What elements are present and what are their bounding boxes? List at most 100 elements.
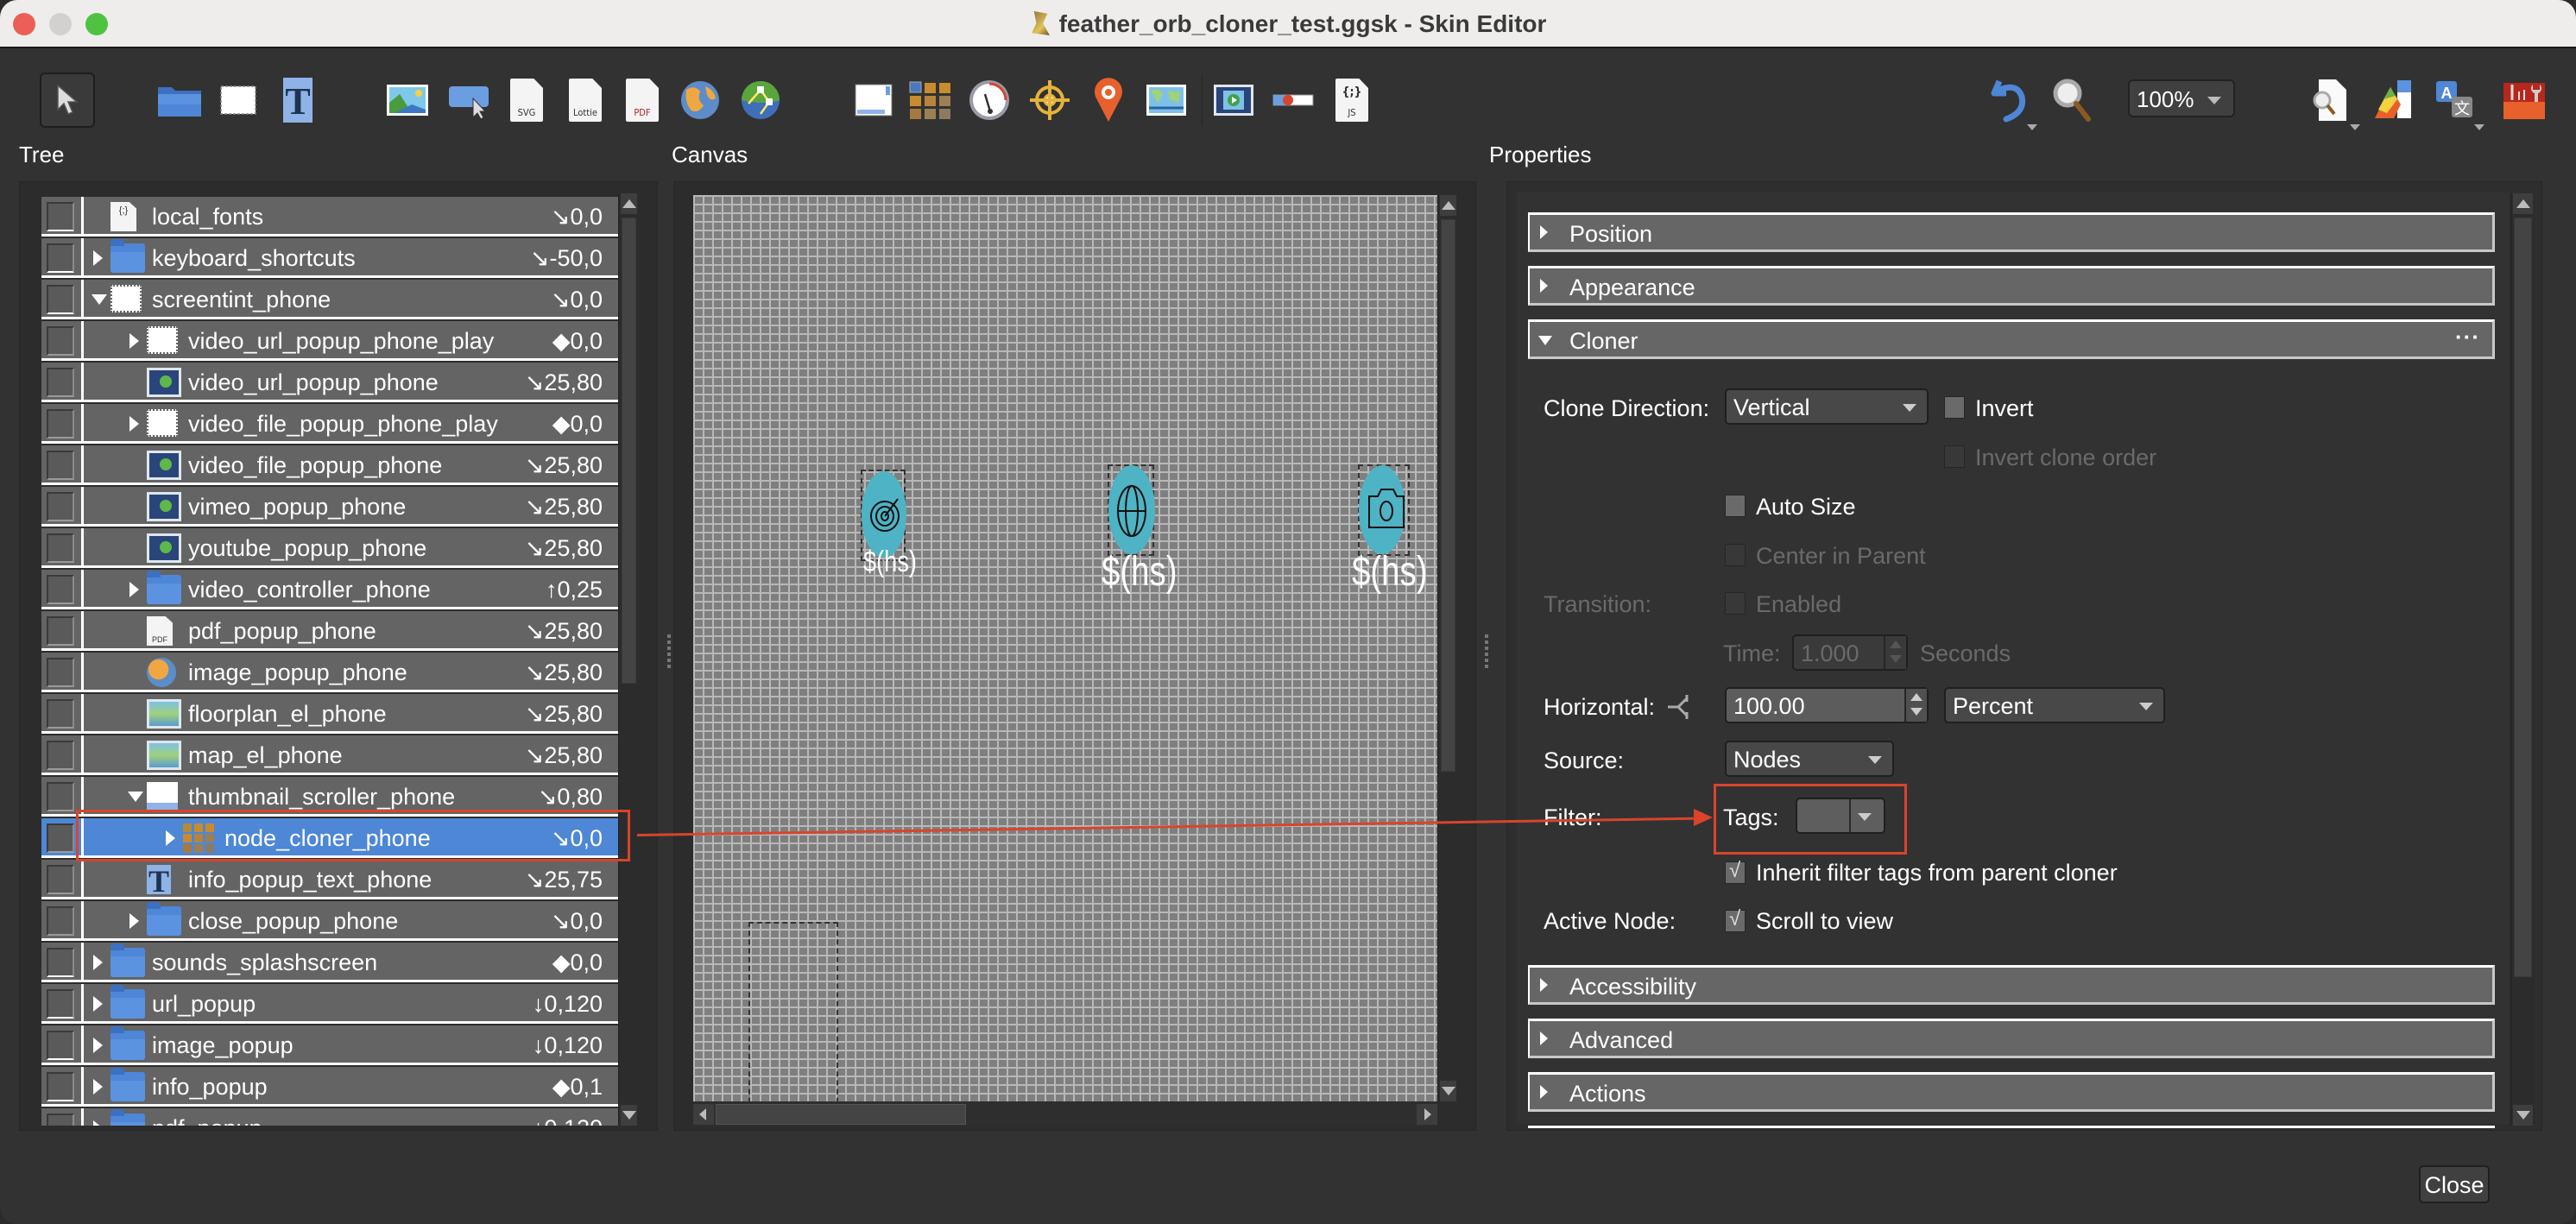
visibility-checkbox[interactable] bbox=[47, 575, 74, 604]
group-cloner[interactable]: Cloner ··· bbox=[1528, 319, 2495, 359]
javascript-tool-button[interactable]: JS {;} bbox=[1333, 76, 1371, 124]
tree-item[interactable]: video_url_popup_phone_play ◆0,0 bbox=[41, 321, 618, 361]
expand-arrow-icon[interactable] bbox=[93, 996, 103, 1012]
visibility-checkbox[interactable] bbox=[47, 741, 74, 770]
close-button[interactable]: Close bbox=[2419, 1165, 2490, 1203]
visibility-checkbox[interactable] bbox=[47, 782, 74, 811]
scroll-down-button[interactable] bbox=[621, 1105, 637, 1126]
more-options-icon[interactable]: ··· bbox=[2455, 324, 2480, 350]
properties-scroll-thumb[interactable] bbox=[2514, 218, 2532, 977]
horizontal-stepper[interactable] bbox=[1904, 689, 1927, 722]
scroll-down-button[interactable] bbox=[1440, 1081, 1456, 1101]
tree-item[interactable]: pdf_popup ↓0,120 bbox=[41, 1108, 618, 1126]
translate-options-caret[interactable] bbox=[2474, 124, 2484, 130]
scroll-right-button[interactable] bbox=[1417, 1104, 1437, 1125]
map-pin-tool-button[interactable] bbox=[1089, 76, 1127, 124]
tree-scrollbar[interactable] bbox=[618, 193, 639, 1126]
visibility-checkbox[interactable] bbox=[47, 906, 74, 936]
expand-arrow-icon[interactable] bbox=[93, 1120, 103, 1126]
canvas-vertical-scrollbar[interactable] bbox=[1437, 195, 1458, 1101]
canvas-area[interactable]: $(hs) $(hs) $(hs) bbox=[693, 195, 1437, 1101]
button-tool-button[interactable] bbox=[445, 76, 494, 124]
time-spinbox[interactable]: 1.000 bbox=[1792, 634, 1908, 671]
container-tool-button[interactable] bbox=[155, 76, 204, 124]
undo-history-caret[interactable] bbox=[2027, 124, 2037, 130]
group-appearance[interactable]: Appearance bbox=[1528, 266, 2495, 306]
tree-item[interactable]: image_popup ↓0,120 bbox=[41, 1025, 618, 1065]
dial-tool-button[interactable] bbox=[967, 76, 1012, 124]
visibility-checkbox[interactable] bbox=[47, 948, 74, 977]
scroll-left-button[interactable] bbox=[693, 1104, 714, 1125]
visibility-checkbox[interactable] bbox=[47, 492, 74, 521]
auto-size-checkbox[interactable] bbox=[1725, 495, 1746, 517]
visibility-checkbox[interactable] bbox=[47, 368, 74, 397]
horizontal-unit-select[interactable]: Percent bbox=[1944, 687, 2165, 723]
transition-enabled-checkbox[interactable] bbox=[1725, 592, 1746, 615]
canvas-horizontal-scrollbar[interactable] bbox=[693, 1102, 1437, 1126]
group-advanced[interactable]: Advanced bbox=[1528, 1019, 2495, 1058]
visibility-checkbox[interactable] bbox=[47, 1031, 74, 1060]
expand-arrow-icon[interactable] bbox=[93, 1079, 103, 1095]
group-accessibility[interactable]: Accessibility bbox=[1528, 965, 2495, 1005]
crosshair-tool-button[interactable] bbox=[1027, 76, 1072, 124]
group-actions[interactable]: Actions bbox=[1528, 1072, 2495, 1112]
image-tool-button[interactable] bbox=[385, 76, 430, 124]
translate-button[interactable]: A文 bbox=[2433, 76, 2484, 130]
invert-checkbox[interactable] bbox=[1944, 396, 1965, 419]
visibility-checkbox[interactable] bbox=[47, 865, 74, 894]
zoom-level-select[interactable]: 100% bbox=[2128, 79, 2235, 117]
visibility-checkbox[interactable] bbox=[47, 989, 74, 1019]
lottie-tool-button[interactable]: Lottie bbox=[566, 76, 604, 124]
scroll-up-button[interactable] bbox=[621, 193, 637, 214]
undo-button[interactable] bbox=[1986, 76, 2037, 130]
clone-direction-select[interactable]: Vertical bbox=[1725, 388, 1929, 425]
visibility-checkbox[interactable] bbox=[47, 243, 74, 273]
link-branch-icon[interactable] bbox=[1666, 692, 1695, 722]
expand-arrow-icon[interactable] bbox=[93, 955, 103, 970]
tree-item[interactable]: vimeo_popup_phone ↘25,80 bbox=[41, 487, 618, 527]
collapse-arrow-icon[interactable] bbox=[128, 792, 143, 802]
tree-item[interactable]: Tinfo_popup_text_phone ↘25,75 bbox=[41, 860, 618, 899]
tree-item[interactable]: image_popup_phone ↘25,80 bbox=[41, 653, 618, 692]
svg-tool-button[interactable]: SVG bbox=[508, 76, 546, 124]
scroll-area-tool-button[interactable] bbox=[853, 76, 894, 124]
tree-item[interactable]: info_popup ◆0,1 bbox=[41, 1067, 618, 1107]
tree-item[interactable]: close_popup_phone ↘0,0 bbox=[41, 901, 618, 941]
group-position[interactable]: Position bbox=[1528, 212, 2495, 252]
color-palette-button[interactable] bbox=[2369, 76, 2417, 124]
scroll-up-button[interactable] bbox=[1440, 195, 1456, 216]
collapse-arrow-icon[interactable] bbox=[92, 294, 107, 305]
canvas-vscroll-thumb[interactable] bbox=[1441, 219, 1455, 772]
visibility-checkbox[interactable] bbox=[47, 616, 74, 646]
pdf-tool-button[interactable]: PDF bbox=[623, 76, 661, 124]
visibility-checkbox[interactable] bbox=[47, 699, 74, 729]
properties-scrollbar[interactable] bbox=[2510, 193, 2535, 1126]
floorplan-tool-button[interactable] bbox=[1145, 76, 1188, 124]
expand-arrow-icon[interactable] bbox=[129, 582, 139, 597]
tree-item[interactable]: screentint_phone ↘0,0 bbox=[41, 280, 618, 319]
visibility-checkbox[interactable] bbox=[47, 658, 74, 687]
expand-arrow-icon[interactable] bbox=[129, 333, 139, 349]
visibility-checkbox[interactable] bbox=[47, 202, 74, 231]
tree-item[interactable]: keyboard_shortcuts ↘-50,0 bbox=[41, 238, 618, 278]
map-network-tool-button[interactable] bbox=[739, 76, 782, 124]
invert-clone-order-checkbox[interactable] bbox=[1944, 445, 1965, 468]
visibility-checkbox[interactable] bbox=[47, 1072, 74, 1101]
horizontal-spinbox[interactable]: 100.00 bbox=[1725, 687, 1929, 723]
inherit-filter-tags-checkbox[interactable]: √ bbox=[1725, 859, 1746, 884]
expand-arrow-icon[interactable] bbox=[129, 913, 139, 929]
canvas-properties-splitter[interactable] bbox=[1485, 634, 1490, 671]
tree-item[interactable]: video_controller_phone ↑0,25 bbox=[41, 570, 618, 609]
visibility-checkbox[interactable] bbox=[47, 285, 74, 314]
toolbox-button[interactable] bbox=[2500, 76, 2548, 124]
find-options-caret[interactable] bbox=[2350, 124, 2360, 130]
center-in-parent-checkbox[interactable] bbox=[1725, 544, 1746, 566]
map-globe-tool-button[interactable] bbox=[679, 76, 722, 124]
visibility-checkbox[interactable] bbox=[47, 326, 74, 356]
zoom-tool-button[interactable] bbox=[2048, 76, 2096, 124]
tree-item[interactable]: map_el_phone ↘25,80 bbox=[41, 735, 618, 775]
video-tool-button[interactable] bbox=[1212, 76, 1255, 124]
timeline-tool-button[interactable] bbox=[1271, 76, 1316, 124]
tree-item[interactable]: url_popup ↓0,120 bbox=[41, 984, 618, 1024]
tree-item[interactable]: PDF pdf_popup_phone ↘25,80 bbox=[41, 611, 618, 651]
